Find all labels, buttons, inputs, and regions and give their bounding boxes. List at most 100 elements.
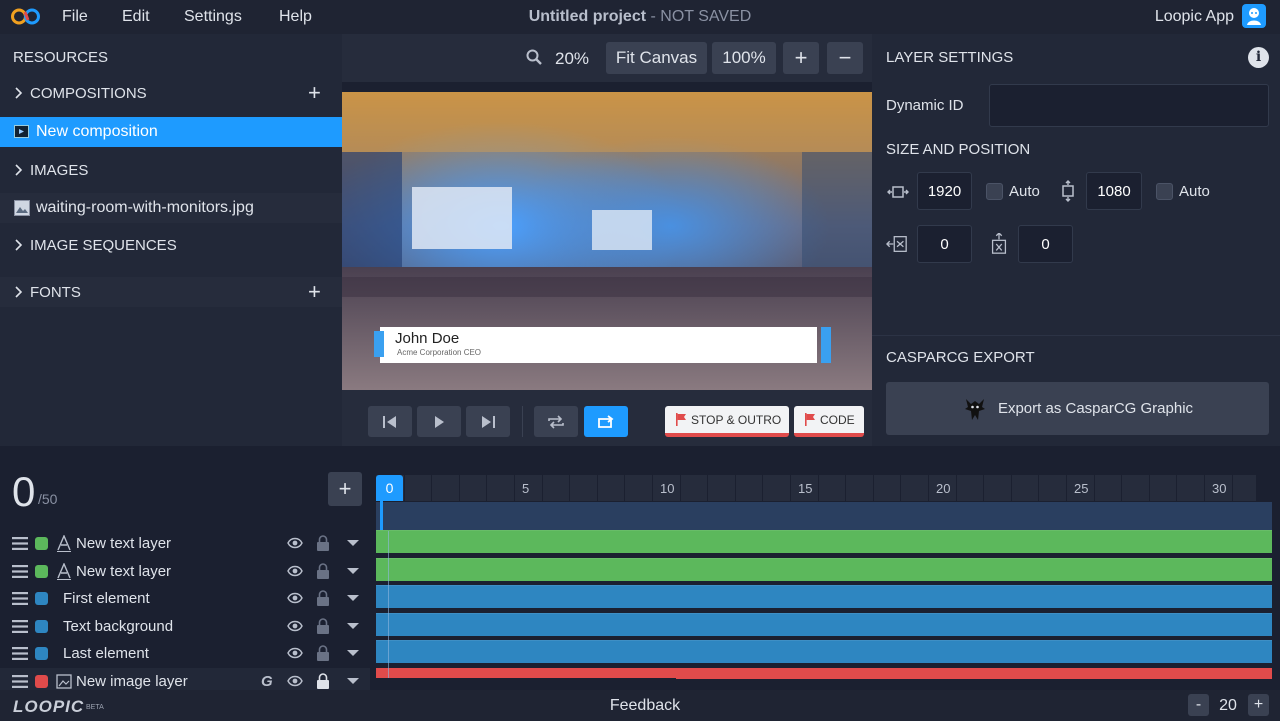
layer-row[interactable]: Text background bbox=[0, 613, 370, 640]
eye-icon[interactable] bbox=[287, 565, 303, 577]
layer-row[interactable]: New text layer bbox=[0, 530, 370, 557]
menu-settings[interactable]: Settings bbox=[184, 8, 242, 26]
lower-third-subtitle[interactable]: Acme Corporation CEO bbox=[397, 348, 481, 357]
skip-end-button[interactable] bbox=[466, 406, 510, 437]
chevron-down-icon[interactable] bbox=[346, 567, 360, 575]
height-input[interactable]: 1080 bbox=[1086, 172, 1142, 210]
drag-handle-icon[interactable] bbox=[12, 592, 28, 605]
drag-handle-icon[interactable] bbox=[12, 620, 28, 633]
lock-icon[interactable] bbox=[316, 590, 330, 606]
chevron-down-icon[interactable] bbox=[346, 677, 360, 685]
layer-guide-toggle[interactable]: G bbox=[261, 673, 273, 690]
playhead[interactable]: 0 bbox=[376, 475, 403, 501]
search-icon[interactable] bbox=[526, 49, 542, 65]
images-section[interactable]: IMAGES bbox=[0, 155, 342, 185]
ruler-tick bbox=[652, 475, 653, 501]
drag-handle-icon[interactable] bbox=[12, 647, 28, 660]
layer-track-bar[interactable] bbox=[376, 585, 1272, 608]
info-icon[interactable]: i bbox=[1248, 47, 1269, 68]
menu-edit[interactable]: Edit bbox=[122, 8, 150, 26]
layer-row[interactable]: First element bbox=[0, 585, 370, 612]
image-sequences-label: IMAGE SEQUENCES bbox=[30, 237, 177, 254]
eye-icon[interactable] bbox=[287, 592, 303, 604]
layer-name[interactable]: Last element bbox=[63, 645, 149, 662]
layer-color-swatch[interactable] bbox=[35, 675, 48, 688]
account-avatar-icon[interactable] bbox=[1242, 4, 1266, 28]
add-font-button[interactable]: + bbox=[308, 281, 321, 303]
feedback-link[interactable]: Feedback bbox=[0, 697, 1280, 715]
eye-icon[interactable] bbox=[287, 537, 303, 549]
add-composition-button[interactable]: + bbox=[308, 82, 321, 104]
layer-track-bar[interactable] bbox=[376, 640, 1272, 663]
play-button[interactable] bbox=[417, 406, 461, 437]
zoom-out-button[interactable]: − bbox=[827, 42, 863, 74]
dynamic-id-input[interactable] bbox=[989, 84, 1269, 127]
layer-row[interactable]: Last element bbox=[0, 640, 370, 667]
chevron-down-icon[interactable] bbox=[346, 539, 360, 547]
auto-width-checkbox[interactable] bbox=[986, 183, 1003, 200]
stop-outro-button[interactable]: STOP & OUTRO bbox=[665, 406, 789, 437]
layer-name[interactable]: New image layer bbox=[76, 673, 188, 690]
lock-icon[interactable] bbox=[316, 618, 330, 634]
compositions-section[interactable]: COMPOSITIONS + bbox=[0, 78, 342, 108]
account-label[interactable]: Loopic App bbox=[1155, 8, 1234, 26]
ruler-tick bbox=[955, 475, 957, 501]
layer-name[interactable]: New text layer bbox=[76, 535, 171, 552]
width-input[interactable]: 1920 bbox=[917, 172, 972, 210]
fonts-section[interactable]: FONTS + bbox=[0, 277, 342, 307]
code-button[interactable]: CODE bbox=[794, 406, 864, 437]
layer-color-swatch[interactable] bbox=[35, 565, 48, 578]
lock-icon[interactable] bbox=[316, 535, 330, 551]
composition-item[interactable]: New composition bbox=[0, 117, 342, 147]
y-position-input[interactable]: 0 bbox=[1018, 225, 1073, 263]
timeline-zoom-out-button[interactable]: - bbox=[1188, 694, 1209, 716]
layer-name[interactable]: Text background bbox=[63, 618, 173, 635]
layer-track-bar[interactable] bbox=[376, 558, 1272, 581]
drag-handle-icon[interactable] bbox=[12, 675, 28, 688]
menu-file[interactable]: File bbox=[62, 8, 88, 26]
layer-track-bar[interactable] bbox=[376, 530, 1272, 553]
zoom-100-button[interactable]: 100% bbox=[712, 42, 776, 74]
auto-height-checkbox[interactable] bbox=[1156, 183, 1173, 200]
layer-color-swatch[interactable] bbox=[35, 647, 48, 660]
drag-handle-icon[interactable] bbox=[12, 537, 28, 550]
ruler-tick bbox=[983, 475, 985, 501]
eye-icon[interactable] bbox=[287, 620, 303, 632]
eye-icon[interactable] bbox=[287, 647, 303, 659]
skip-start-button[interactable] bbox=[368, 406, 412, 437]
loop-button[interactable] bbox=[534, 406, 578, 437]
ruler-tick bbox=[403, 475, 405, 501]
export-casparcg-button[interactable]: Export as CasparCG Graphic bbox=[886, 382, 1269, 435]
lower-third-name[interactable]: John Doe bbox=[395, 330, 459, 347]
timeline-zoom-in-button[interactable]: + bbox=[1248, 694, 1269, 716]
eye-icon[interactable] bbox=[287, 675, 303, 687]
timeline-scrollbar[interactable] bbox=[376, 678, 676, 686]
layer-color-swatch[interactable] bbox=[35, 592, 48, 605]
ruler-tick bbox=[817, 475, 819, 501]
x-position-input[interactable]: 0 bbox=[917, 225, 972, 263]
lock-icon[interactable] bbox=[316, 673, 330, 689]
lock-icon[interactable] bbox=[316, 563, 330, 579]
add-layer-button[interactable]: + bbox=[328, 472, 362, 506]
loop-once-button[interactable] bbox=[584, 406, 628, 437]
fit-canvas-button[interactable]: Fit Canvas bbox=[606, 42, 707, 74]
image-file-item[interactable]: waiting-room-with-monitors.jpg bbox=[0, 193, 342, 223]
composition-canvas[interactable]: John Doe Acme Corporation CEO bbox=[342, 92, 872, 390]
ruler-tick bbox=[596, 475, 598, 501]
layer-track-bar[interactable] bbox=[376, 613, 1272, 636]
timeline-ruler[interactable]: 5 10 15 20 25 30 bbox=[376, 475, 1256, 501]
layer-color-swatch[interactable] bbox=[35, 620, 48, 633]
image-sequences-section[interactable]: IMAGE SEQUENCES bbox=[0, 230, 342, 260]
chevron-down-icon[interactable] bbox=[346, 594, 360, 602]
layer-row[interactable]: New text layer bbox=[0, 558, 370, 585]
layer-name[interactable]: First element bbox=[63, 590, 150, 607]
chevron-down-icon[interactable] bbox=[346, 622, 360, 630]
chevron-down-icon[interactable] bbox=[346, 649, 360, 657]
zoom-in-button[interactable]: + bbox=[783, 42, 819, 74]
text-layer-icon bbox=[57, 563, 71, 580]
drag-handle-icon[interactable] bbox=[12, 565, 28, 578]
layer-name[interactable]: New text layer bbox=[76, 563, 171, 580]
layer-color-swatch[interactable] bbox=[35, 537, 48, 550]
lock-icon[interactable] bbox=[316, 645, 330, 661]
menu-help[interactable]: Help bbox=[279, 8, 312, 26]
